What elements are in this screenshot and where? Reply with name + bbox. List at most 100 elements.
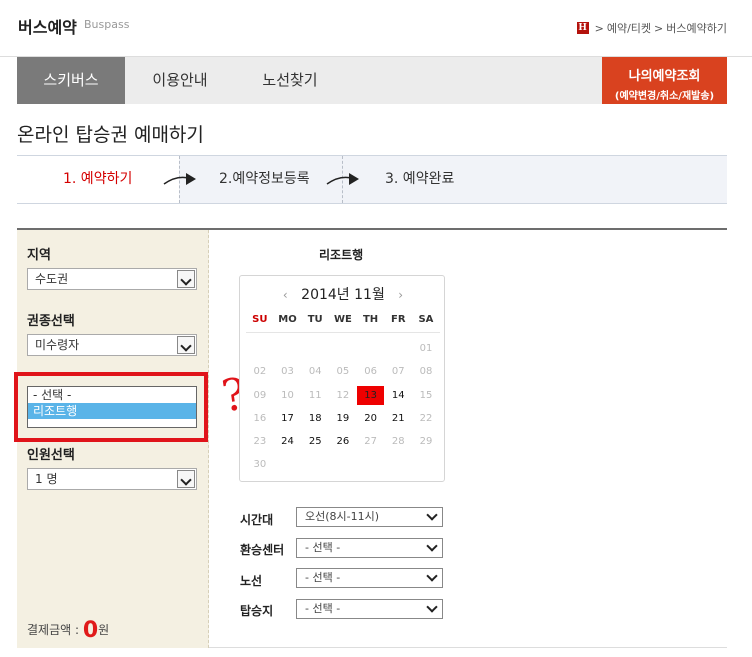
people-value: 1 명: [35, 472, 58, 486]
chevron-down-icon[interactable]: [177, 470, 195, 488]
calendar-day[interactable]: 21: [384, 409, 412, 428]
boarding-point-value: - 선택 -: [305, 602, 341, 615]
payment-total: 결제금액 : 0원: [27, 618, 109, 643]
transfer-center-value: - 선택 -: [305, 541, 341, 554]
calendar-day: 07: [391, 366, 405, 378]
step-arrow-icon: [326, 173, 359, 185]
calendar-day: 28: [391, 436, 405, 448]
calendar-day: [384, 455, 412, 474]
calendar-week: 01: [246, 339, 440, 362]
tab-route-search[interactable]: 노선찾기: [235, 57, 345, 104]
step-2: 2.예약정보등록: [219, 171, 310, 187]
calendar-day[interactable]: 17: [274, 409, 302, 428]
prev-month-icon[interactable]: ‹: [283, 288, 288, 302]
breadcrumb: H > 예약/티켓 > 버스예약하기: [576, 20, 727, 36]
calendar-day[interactable]: 24: [274, 432, 302, 451]
route-select[interactable]: - 선택 -: [296, 568, 443, 588]
calendar-day[interactable]: 25: [301, 432, 329, 451]
calendar-week: 23 24 25 26 27 28 29: [246, 432, 440, 455]
calendar-day[interactable]: 20: [357, 409, 385, 428]
chevron-down-icon[interactable]: [426, 602, 438, 614]
home-icon[interactable]: H: [576, 22, 589, 34]
time-slot-select[interactable]: 오선(8시-11시): [296, 507, 443, 527]
calendar-weekdays: SU MO TU WE TH FR SA: [246, 314, 440, 325]
calendar-day: 08: [419, 366, 433, 378]
calendar-day[interactable]: 18: [301, 409, 329, 428]
calendar-header: ‹ 2014년 11월 ›: [240, 284, 446, 304]
region-label: 지역: [27, 248, 51, 263]
route-value: - 선택 -: [305, 571, 341, 584]
transfer-center-select[interactable]: - 선택 -: [296, 538, 443, 558]
route-label: 노선: [240, 574, 263, 588]
ticket-type-select[interactable]: 미수령자: [27, 334, 197, 356]
calendar-day: [246, 339, 274, 358]
calendar-day: 23: [253, 436, 267, 448]
calendar-day: 30: [253, 459, 267, 471]
calendar-day: [329, 455, 357, 474]
weekday-label: SA: [418, 314, 434, 325]
calendar-day: [357, 339, 385, 358]
ticket-type-label: 권종선택: [27, 314, 75, 329]
app-subtitle: Buspass: [84, 18, 130, 31]
breadcrumb-item[interactable]: 버스예약하기: [666, 20, 727, 36]
calendar-day[interactable]: 26: [329, 432, 357, 451]
calendar-day: 12: [336, 389, 350, 401]
weekday-label: MO: [278, 314, 297, 325]
chevron-down-icon[interactable]: [177, 336, 195, 354]
tab-ski-bus[interactable]: 스키버스: [17, 57, 125, 104]
calendar: ‹ 2014년 11월 › SU MO TU WE TH FR SA 01 02 03 04 05 0…: [239, 275, 445, 482]
weekday-label: FR: [391, 314, 406, 325]
calendar-day: 10: [281, 389, 294, 401]
calendar-day-today[interactable]: 13: [356, 385, 385, 405]
calendar-day: 01: [419, 343, 433, 354]
page-title: 온라인 탑승권 예매하기: [17, 124, 204, 146]
payment-unit: 원: [98, 623, 110, 637]
calendar-week: 30: [246, 455, 440, 478]
chevron-down-icon[interactable]: [426, 541, 438, 553]
weekday-label: TU: [307, 314, 323, 325]
calendar-day: [274, 455, 302, 474]
calendar-week: 02 03 04 05 06 07 08: [246, 362, 440, 385]
next-month-icon[interactable]: ›: [398, 288, 403, 302]
calendar-week: 09 10 11 12 13 14 15: [246, 385, 440, 409]
left-options: 지역 수도권 권종선택 미수령자 - 선택 - 리조트행 인원선택 1 명 결제…: [14, 230, 209, 648]
time-slot-label: 시간대: [240, 513, 274, 527]
step-1: 1. 예약하기: [17, 156, 179, 203]
calendar-title: 2014년 11월: [301, 287, 385, 303]
calendar-day: [412, 455, 440, 474]
breadcrumb-sep: >: [594, 21, 604, 35]
calendar-day: 22: [419, 412, 433, 424]
app-title: 버스예약: [18, 18, 77, 37]
people-select[interactable]: 1 명: [27, 468, 197, 490]
calendar-day: 06: [364, 366, 377, 378]
payment-amount: 0: [82, 618, 99, 643]
chevron-down-icon[interactable]: [426, 571, 438, 583]
region-value: 수도권: [35, 272, 69, 286]
step-indicator: 1. 예약하기 2.예약정보등록 3. 예약완료: [17, 155, 727, 204]
calendar-day[interactable]: 19: [329, 409, 357, 428]
calendar-day: [329, 339, 357, 358]
boarding-point-select[interactable]: - 선택 -: [296, 599, 443, 619]
calendar-day: 11: [308, 389, 322, 401]
calendar-day: 09: [253, 389, 267, 401]
step-arrow-icon: [163, 173, 196, 185]
boarding-point-label: 탑승지: [240, 604, 274, 618]
chevron-down-icon[interactable]: [177, 270, 195, 288]
calendar-day: 27: [364, 436, 377, 448]
calendar-day[interactable]: 14: [384, 386, 412, 405]
people-label: 인원선택: [27, 448, 75, 463]
highlight-box: [14, 372, 208, 442]
my-booking-sublabel: (예약변경/취소/재발송): [614, 91, 715, 102]
calendar-day: 15: [419, 389, 433, 401]
page-header: 버스예약 Buspass H > 예약/티켓 > 버스예약하기: [0, 0, 752, 57]
region-select[interactable]: 수도권: [27, 268, 197, 290]
my-booking-button[interactable]: 나의예약조회 (예약변경/취소/재발송): [602, 57, 727, 104]
step-3: 3. 예약완료: [385, 171, 455, 187]
chevron-down-icon[interactable]: [426, 510, 438, 522]
main-tabs: 스키버스 이용안내 노선찾기 나의예약조회 (예약변경/취소/재발송): [17, 57, 727, 104]
calendar-day: 03: [281, 366, 294, 378]
tab-guide[interactable]: 이용안내: [125, 57, 235, 104]
transfer-center-label: 환승센터: [240, 543, 285, 557]
ticket-type-value: 미수령자: [35, 338, 80, 352]
breadcrumb-item[interactable]: 예약/티켓: [607, 20, 651, 36]
